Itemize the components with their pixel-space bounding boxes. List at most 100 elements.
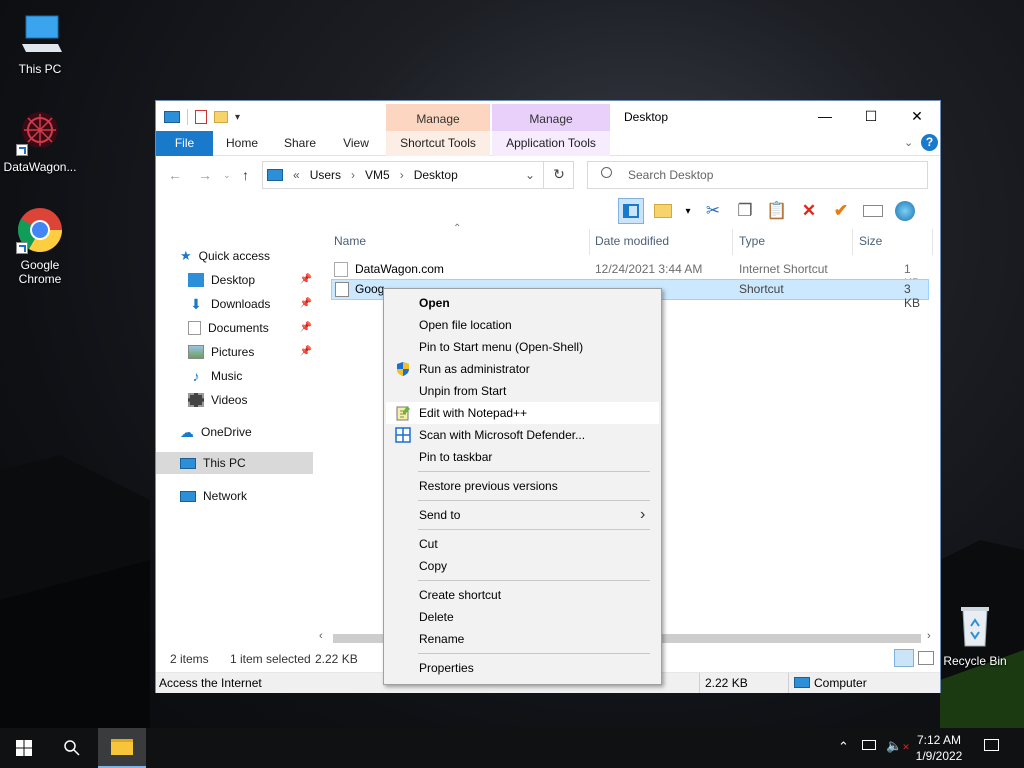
nav-music[interactable]: ♪ Music [188, 365, 312, 387]
views-dropdown-icon[interactable]: ▾ [682, 198, 694, 224]
shortcut-file-icon [335, 282, 349, 297]
menu-item-delete[interactable]: Delete [386, 606, 659, 628]
file-row-datawagon[interactable]: DataWagon.com 12/24/2021 3:44 AM Interne… [331, 259, 929, 290]
pin-icon[interactable]: 📌 [300, 269, 312, 291]
menu-separator [418, 500, 650, 501]
menu-item-scan-with-defender[interactable]: Scan with Microsoft Defender... [386, 424, 659, 446]
search-input[interactable]: Search Desktop [587, 161, 928, 189]
open-shell-icon[interactable] [892, 198, 918, 224]
back-icon[interactable]: ← [168, 167, 182, 183]
paste-icon[interactable]: 📋 [764, 198, 790, 224]
column-divider[interactable] [732, 229, 733, 255]
column-divider[interactable] [932, 229, 933, 255]
large-icons-view-icon[interactable] [918, 651, 934, 665]
close-button[interactable]: ✕ [894, 101, 940, 131]
desktop-icon-recycle-bin[interactable]: Recycle Bin [935, 602, 1015, 668]
check-icon[interactable]: ✔ [828, 198, 854, 224]
up-icon[interactable]: ↑ [242, 167, 249, 183]
tab-share[interactable]: Share [274, 131, 326, 156]
help-icon[interactable]: ? [921, 134, 938, 151]
delete-icon[interactable]: ✕ [796, 198, 822, 224]
column-name[interactable]: Name [334, 234, 366, 254]
computer-icon [794, 677, 810, 688]
nav-pictures[interactable]: Pictures 📌 [188, 341, 312, 363]
desktop-icon-datawagon[interactable]: DataWagon... [0, 108, 80, 174]
new-folder-icon[interactable] [650, 198, 676, 224]
menu-item-edit-with-notepad[interactable]: Edit with Notepad++ [386, 402, 659, 424]
menu-item-properties[interactable]: Properties [386, 657, 659, 679]
computer-icon [267, 169, 283, 181]
nav-this-pc[interactable]: This PC [156, 452, 313, 474]
breadcrumb-users[interactable]: Users [310, 168, 341, 182]
tab-file[interactable]: File [156, 131, 213, 156]
new-folder-icon[interactable] [214, 111, 228, 123]
column-date-modified[interactable]: Date modified [595, 234, 669, 254]
breadcrumb-overflow[interactable]: « [293, 168, 300, 182]
column-size[interactable]: Size [859, 234, 882, 254]
recent-locations-icon[interactable]: ⌄ [223, 170, 231, 181]
column-type[interactable]: Type [739, 234, 765, 254]
column-divider[interactable] [852, 229, 853, 255]
navigation-pane-icon[interactable] [618, 198, 644, 224]
cut-icon[interactable]: ✂ [700, 198, 726, 224]
pin-icon[interactable]: 📌 [300, 293, 312, 315]
menu-item-restore-previous-versions[interactable]: Restore previous versions [386, 475, 659, 497]
properties-icon[interactable] [195, 110, 207, 124]
desktop-icon-google-chrome[interactable]: Google Chrome [0, 206, 80, 286]
menu-separator [418, 529, 650, 530]
tab-home[interactable]: Home [216, 131, 268, 156]
notifications-icon[interactable] [984, 739, 999, 754]
nav-downloads[interactable]: ⬇ Downloads 📌 [188, 293, 312, 315]
menu-item-send-to[interactable]: Send to › [386, 504, 659, 526]
menu-item-pin-to-taskbar[interactable]: Pin to taskbar [386, 446, 659, 468]
tab-view[interactable]: View [331, 131, 381, 156]
refresh-button[interactable]: ↻ [543, 161, 574, 189]
menu-item-open-file-location[interactable]: Open file location [386, 314, 659, 336]
nav-onedrive[interactable]: ☁ OneDrive [180, 421, 315, 443]
desktop-icon-label: DataWagon... [3, 160, 77, 174]
address-bar[interactable]: « Users › VM5 › Desktop ⌄ [262, 161, 574, 189]
maximize-button[interactable]: ☐ [848, 101, 894, 131]
file-name: Goog [355, 282, 385, 296]
menu-item-open[interactable]: Open [386, 292, 659, 314]
tab-shortcut-tools[interactable]: Shortcut Tools [386, 131, 490, 156]
explorer-app-icon [164, 111, 180, 123]
show-hidden-icons[interactable]: ⌃ [838, 739, 849, 755]
nav-documents[interactable]: Documents 📌 [188, 317, 312, 339]
details-view-icon[interactable] [894, 649, 914, 667]
nav-network[interactable]: Network [180, 485, 315, 507]
network-tray-icon[interactable] [862, 739, 876, 753]
menu-item-cut[interactable]: Cut [386, 533, 659, 555]
taskbar-file-explorer[interactable] [98, 728, 146, 768]
chevron-down-icon[interactable]: ⌄ [525, 168, 535, 182]
copy-icon[interactable]: ❐ [732, 198, 758, 224]
pin-icon[interactable]: 📌 [300, 341, 312, 363]
menu-item-copy[interactable]: Copy [386, 555, 659, 577]
scroll-right-icon[interactable]: › [927, 630, 931, 642]
clock[interactable]: 7:12 AM 1/9/2022 [913, 732, 965, 764]
menu-item-pin-to-start-menu[interactable]: Pin to Start menu (Open-Shell) [386, 336, 659, 358]
start-button[interactable] [0, 728, 48, 768]
nav-desktop[interactable]: Desktop 📌 [188, 269, 312, 291]
scroll-left-icon[interactable]: ‹ [319, 630, 323, 642]
forward-icon[interactable]: → [198, 167, 212, 183]
menu-item-unpin-from-start[interactable]: Unpin from Start [386, 380, 659, 402]
column-divider[interactable] [589, 229, 590, 255]
menu-item-create-shortcut[interactable]: Create shortcut [386, 584, 659, 606]
tab-application-tools[interactable]: Application Tools [492, 131, 610, 156]
desktop-icon-this-pc[interactable]: This PC [0, 10, 80, 76]
menu-item-rename[interactable]: Rename [386, 628, 659, 650]
minimize-button[interactable]: — [802, 101, 848, 131]
expand-ribbon-icon[interactable]: ⌄ [904, 136, 913, 149]
search-button[interactable] [48, 728, 96, 768]
breadcrumb-vm5[interactable]: VM5 [365, 168, 390, 182]
nav-quick-access[interactable]: ★ Quick access [180, 245, 315, 267]
breadcrumb-desktop[interactable]: Desktop [414, 168, 458, 182]
status-item-count: 2 items [170, 652, 209, 666]
volume-muted-icon[interactable]: 🔈✕ [886, 738, 910, 754]
customize-qat-icon[interactable]: ▾ [235, 112, 240, 123]
rename-icon[interactable] [860, 198, 886, 224]
menu-item-run-as-administrator[interactable]: Run as administrator [386, 358, 659, 380]
nav-videos[interactable]: Videos [188, 389, 312, 411]
pin-icon[interactable]: 📌 [300, 317, 312, 339]
